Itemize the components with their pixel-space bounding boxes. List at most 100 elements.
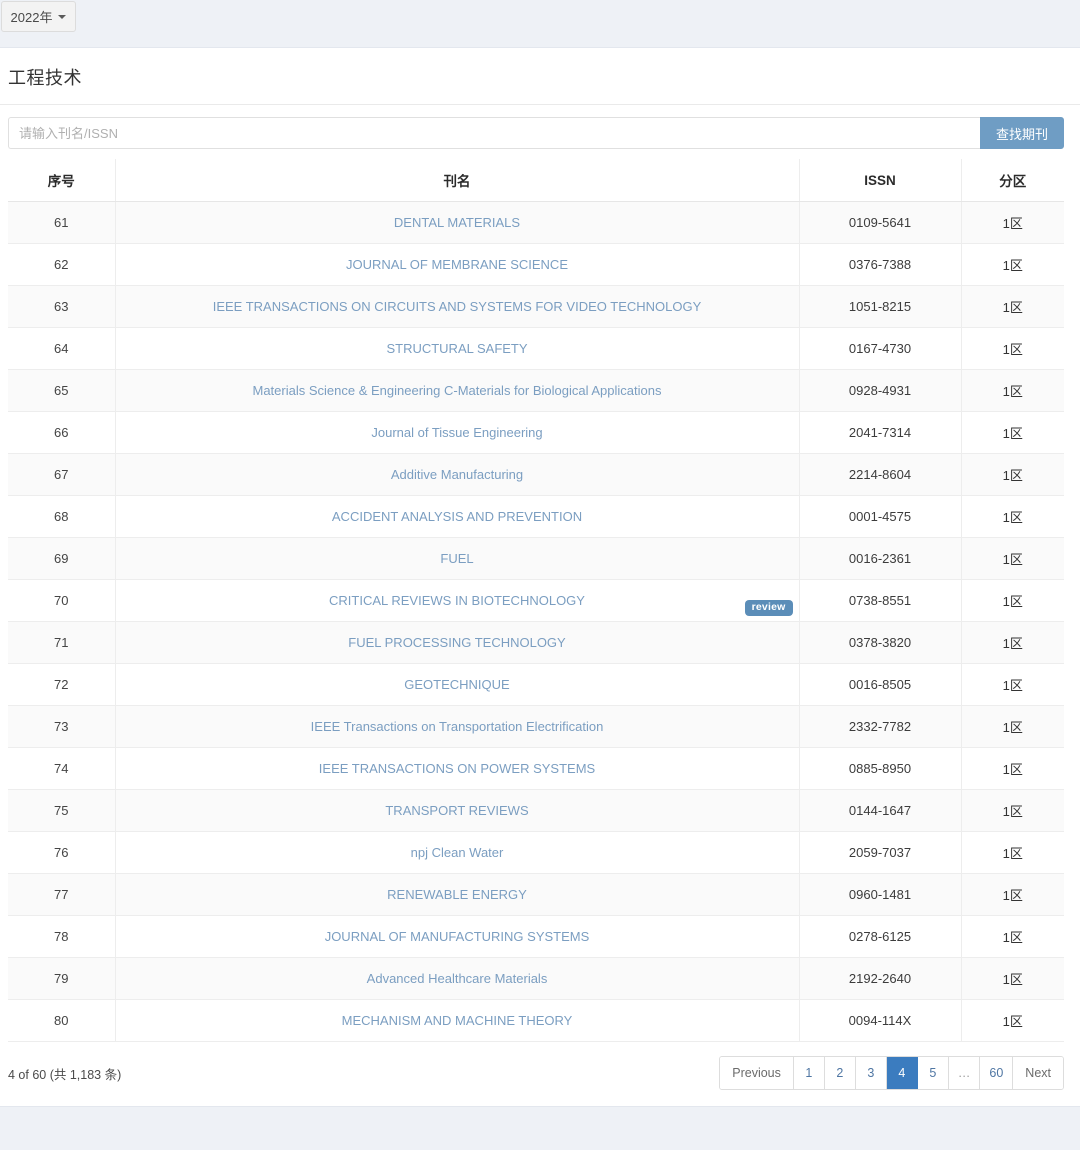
journal-link[interactable]: ACCIDENT ANALYSIS AND PREVENTION xyxy=(332,509,582,524)
journal-link[interactable]: MECHANISM AND MACHINE THEORY xyxy=(342,1013,573,1028)
cell-journal-name: MECHANISM AND MACHINE THEORY xyxy=(114,999,799,1042)
table-row: 64 STRUCTURAL SAFETY 0167-4730 1区 xyxy=(8,327,1064,370)
journal-link[interactable]: FUEL PROCESSING TECHNOLOGY xyxy=(348,635,565,650)
pagination-page-5[interactable]: 5 xyxy=(917,1057,949,1089)
journal-link[interactable]: Advanced Healthcare Materials xyxy=(367,971,548,986)
journal-link[interactable]: STRUCTURAL SAFETY xyxy=(386,341,527,356)
journal-link[interactable]: Materials Science & Engineering C-Materi… xyxy=(253,383,662,398)
pagination: Previous 1 2 3 4 5… 60 Next xyxy=(719,1056,1064,1090)
pagination-page-4[interactable]: 4 xyxy=(886,1057,918,1089)
cell-issn: 0378-3820 xyxy=(798,621,961,664)
journal-link[interactable]: RENEWABLE ENERGY xyxy=(387,887,527,902)
cell-journal-name: GEOTECHNIQUE xyxy=(114,663,799,706)
cell-issn: 0960-1481 xyxy=(798,873,961,916)
cell-seq: 61 xyxy=(8,201,115,244)
cell-journal-name: DENTAL MATERIALS xyxy=(114,201,799,244)
cell-seq: 70 xyxy=(8,579,115,622)
journal-link[interactable]: CRITICAL REVIEWS IN BIOTECHNOLOGY xyxy=(329,593,585,608)
cell-issn: 2192-2640 xyxy=(798,957,961,1000)
cell-issn: 0738-8551 xyxy=(798,579,961,622)
table-row: 67 Additive Manufacturing 2214-8604 1区 xyxy=(8,453,1064,496)
journal-link[interactable]: FUEL xyxy=(440,551,473,566)
journal-link[interactable]: DENTAL MATERIALS xyxy=(394,215,520,230)
table-row: 69 FUEL 0016-2361 1区 xyxy=(8,537,1064,580)
journal-link[interactable]: IEEE Transactions on Transportation Elec… xyxy=(311,719,604,734)
pagination-page-3[interactable]: 3 xyxy=(855,1057,887,1089)
table-row: 62 JOURNAL OF MEMBRANE SCIENCE 0376-7388 1区 xyxy=(8,243,1064,286)
cell-zone: 1区 xyxy=(960,789,1064,832)
journal-link[interactable]: IEEE TRANSACTIONS ON CIRCUITS AND SYSTEM… xyxy=(213,299,702,314)
journal-link[interactable]: JOURNAL OF MEMBRANE SCIENCE xyxy=(346,257,568,272)
cell-zone: 1区 xyxy=(960,327,1064,370)
cell-seq: 72 xyxy=(8,663,115,706)
table-body: 61 DENTAL MATERIALS 0109-5641 1区 62 JOURNAL O… xyxy=(8,201,1064,1042)
cell-zone: 1区 xyxy=(960,411,1064,454)
year-select-dropdown[interactable]: 2022年 xyxy=(1,1,76,32)
search-journal-button[interactable]: 查找期刊 xyxy=(980,117,1064,149)
page-title: 工程技术 xyxy=(0,48,1080,105)
cell-journal-name: FUEL PROCESSING TECHNOLOGY xyxy=(114,621,799,664)
table-footer: 4 of 60 (共 1,183 条) Previous 1 2 3 4 5… 60 Next xyxy=(0,1042,1080,1106)
cell-journal-name: IEEE TRANSACTIONS ON CIRCUITS AND SYSTEM… xyxy=(114,285,799,328)
cell-zone: 1区 xyxy=(960,831,1064,874)
journal-link[interactable]: IEEE TRANSACTIONS ON POWER SYSTEMS xyxy=(319,761,595,776)
journal-table: 序号 刊名 ISSN 分区 61 DENTAL MATERIALS 0109-564… xyxy=(8,159,1064,1042)
cell-journal-name: RENEWABLE ENERGY xyxy=(114,873,799,916)
cell-seq: 73 xyxy=(8,705,115,748)
cell-zone: 1区 xyxy=(960,243,1064,286)
cell-issn: 2332-7782 xyxy=(798,705,961,748)
cell-zone: 1区 xyxy=(960,579,1064,622)
cell-zone: 1区 xyxy=(960,621,1064,664)
pagination-previous[interactable]: Previous xyxy=(720,1057,794,1089)
pagination-page-1[interactable]: 1 xyxy=(793,1057,825,1089)
journal-link[interactable]: Journal of Tissue Engineering xyxy=(371,425,542,440)
top-bar: 2022年 xyxy=(0,0,1080,47)
search-input[interactable] xyxy=(8,117,980,149)
cell-issn: 2041-7314 xyxy=(798,411,961,454)
cell-issn: 2059-7037 xyxy=(798,831,961,874)
column-header-issn: ISSN xyxy=(798,159,961,202)
table-row: 80 MECHANISM AND MACHINE THEORY 0094-114X 1… xyxy=(8,999,1064,1042)
journal-link[interactable]: GEOTECHNIQUE xyxy=(404,677,509,692)
cell-seq: 68 xyxy=(8,495,115,538)
table-row: 72 GEOTECHNIQUE 0016-8505 1区 xyxy=(8,663,1064,706)
cell-zone: 1区 xyxy=(960,705,1064,748)
table-row: 75 TRANSPORT REVIEWS 0144-1647 1区 xyxy=(8,789,1064,832)
journal-link[interactable]: JOURNAL OF MANUFACTURING SYSTEMS xyxy=(325,929,590,944)
cell-seq: 69 xyxy=(8,537,115,580)
cell-seq: 79 xyxy=(8,957,115,1000)
cell-seq: 71 xyxy=(8,621,115,664)
cell-issn: 0016-2361 xyxy=(798,537,961,580)
table-row: 74 IEEE TRANSACTIONS ON POWER SYSTEMS 0885… xyxy=(8,747,1064,790)
journal-link[interactable]: Additive Manufacturing xyxy=(391,467,523,482)
cell-seq: 78 xyxy=(8,915,115,958)
cell-issn: 0167-4730 xyxy=(798,327,961,370)
cell-issn: 0376-7388 xyxy=(798,243,961,286)
cell-journal-name: Journal of Tissue Engineering xyxy=(114,411,799,454)
cell-journal-name: JOURNAL OF MANUFACTURING SYSTEMS xyxy=(114,915,799,958)
cell-journal-name: TRANSPORT REVIEWS xyxy=(114,789,799,832)
cell-seq: 64 xyxy=(8,327,115,370)
cell-zone: 1区 xyxy=(960,999,1064,1042)
cell-journal-name: CRITICAL REVIEWS IN BIOTECHNOLOGY review xyxy=(114,579,799,622)
chevron-down-icon xyxy=(58,14,67,19)
cell-journal-name: Additive Manufacturing xyxy=(114,453,799,496)
bottom-band xyxy=(0,1106,1080,1150)
cell-journal-name: IEEE TRANSACTIONS ON POWER SYSTEMS xyxy=(114,747,799,790)
table-header-row: 序号 刊名 ISSN 分区 xyxy=(8,159,1064,202)
cell-zone: 1区 xyxy=(960,873,1064,916)
pagination-page-2[interactable]: 2 xyxy=(824,1057,856,1089)
cell-issn: 0109-5641 xyxy=(798,201,961,244)
table-row: 70 CRITICAL REVIEWS IN BIOTECHNOLOGY revie… xyxy=(8,579,1064,622)
journal-link[interactable]: TRANSPORT REVIEWS xyxy=(385,803,528,818)
pagination-page-60[interactable]: 60 xyxy=(980,1057,1014,1089)
cell-seq: 75 xyxy=(8,789,115,832)
cell-journal-name: IEEE Transactions on Transportation Elec… xyxy=(114,705,799,748)
column-header-seq: 序号 xyxy=(8,159,115,202)
pagination-next[interactable]: Next xyxy=(1013,1057,1063,1089)
journal-link[interactable]: npj Clean Water xyxy=(411,845,504,860)
cell-issn: 2214-8604 xyxy=(798,453,961,496)
cell-seq: 66 xyxy=(8,411,115,454)
table-row: 65 Materials Science & Engineering C-Mate… xyxy=(8,369,1064,412)
cell-issn: 0094-114X xyxy=(798,999,961,1042)
